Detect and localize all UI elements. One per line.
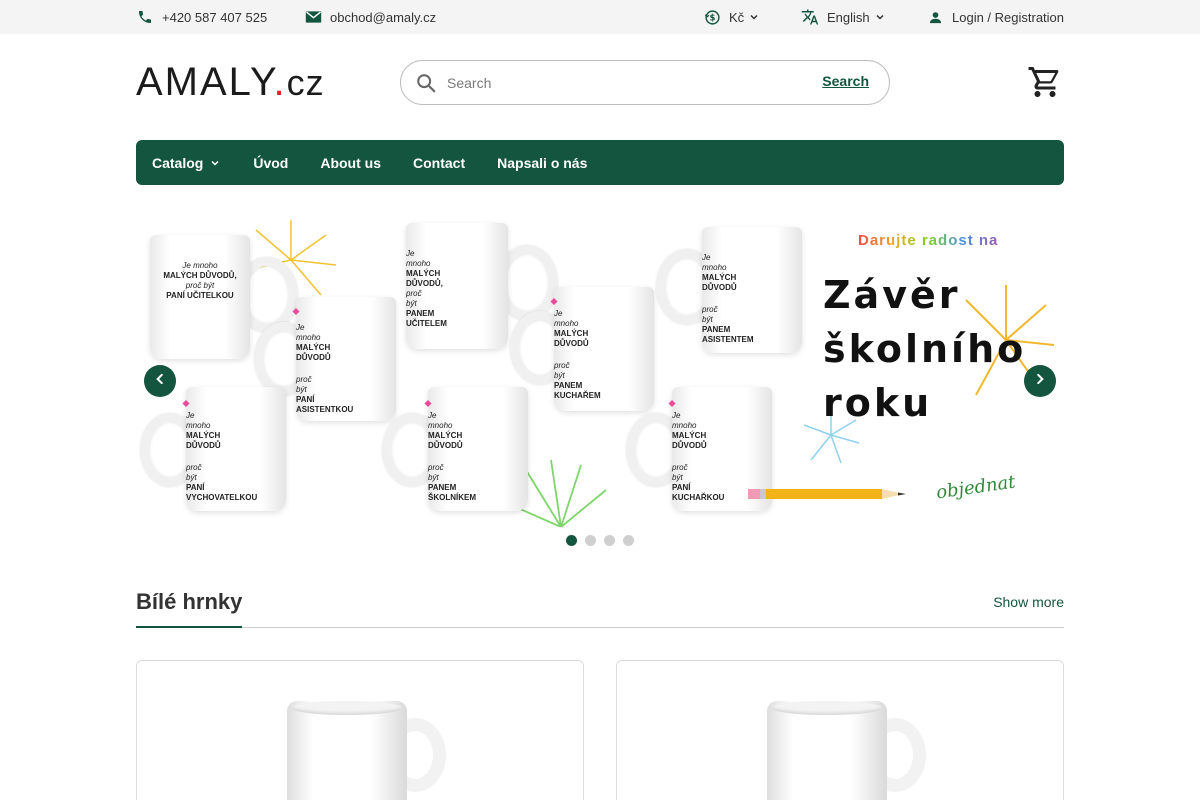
nav-item-label: Napsali o nás <box>497 154 588 171</box>
phone-contact[interactable]: +420 587 407 525 <box>136 0 267 34</box>
user-icon <box>926 8 944 26</box>
language-label: English <box>827 9 870 25</box>
currency-exchange-icon: $ <box>703 8 721 26</box>
email-address: obchod@amaly.cz <box>330 9 437 25</box>
product-card[interactable] <box>616 660 1064 800</box>
mug-text: MALÝCH DŮVODŮ <box>428 431 463 450</box>
section-title: Bílé hrnky <box>136 589 243 614</box>
mug-text: MALÝCH DŮVODŮ <box>554 329 589 348</box>
carousel-dots <box>566 535 642 546</box>
chevron-right-icon <box>1033 372 1047 391</box>
carousel-dot[interactable] <box>585 535 596 546</box>
product-image <box>767 701 925 800</box>
pencil-illustration <box>748 489 906 499</box>
product-card[interactable] <box>136 660 584 800</box>
phone-number: +420 587 407 525 <box>162 9 268 25</box>
banner-headline: školního <box>823 327 1027 371</box>
mug-text: MALÝCH DŮVODŮ <box>186 431 221 450</box>
carousel-dot[interactable] <box>623 535 634 546</box>
mug-text: PANÍ UČITELKOU <box>166 291 234 300</box>
nav-item-napsali[interactable]: Napsali o nás <box>497 155 587 171</box>
nav-item-about[interactable]: About us <box>320 155 381 171</box>
email-contact[interactable]: obchod@amaly.cz <box>304 0 436 34</box>
banner-headline: Závěr <box>823 273 961 317</box>
product-image <box>287 701 445 800</box>
search-button[interactable]: Search <box>822 73 869 89</box>
carousel-dot[interactable] <box>604 535 615 546</box>
cart-button[interactable] <box>1027 64 1063 100</box>
mug-text: proč být <box>185 281 215 290</box>
phone-icon <box>136 8 154 26</box>
carousel-dot[interactable] <box>566 535 577 546</box>
nav-item-label: Contact <box>413 154 466 171</box>
cart-icon <box>1027 67 1063 104</box>
mail-icon <box>304 8 322 26</box>
top-bar: +420 587 407 525 obchod@amaly.cz $ Kč En… <box>0 0 1200 34</box>
section-title-underline <box>136 626 242 628</box>
banner-headline: roku <box>823 381 933 425</box>
carousel-prev-button[interactable] <box>144 365 176 397</box>
login-label: Login / Registration <box>952 9 1065 25</box>
banner-cta[interactable]: objednat <box>935 472 1017 504</box>
section-divider <box>136 627 1064 628</box>
login-link[interactable]: Login / Registration <box>926 0 1064 34</box>
search-bar: Search <box>400 60 890 105</box>
banner-tagline: Darujte radost na <box>858 232 998 249</box>
nav-item-label: Úvod <box>253 154 289 171</box>
mug-text: Je mnoho <box>182 261 218 270</box>
chevron-left-icon <box>153 372 167 391</box>
search-input[interactable] <box>447 69 807 97</box>
site-logo[interactable]: AMALY.cz <box>136 62 325 103</box>
currency-label: Kč <box>729 9 745 25</box>
carousel-next-button[interactable] <box>1024 365 1056 397</box>
mug-text: MALÝCH DŮVODŮ, <box>163 271 237 280</box>
chevron-down-icon <box>209 157 221 169</box>
nav-item-label: About us <box>320 154 381 171</box>
chevron-down-icon <box>748 11 760 23</box>
banner-tagline-text: Darujte radost na <box>858 232 999 249</box>
nav-item-label: Catalog <box>152 154 204 171</box>
mug-text: MALÝCH DŮVODŮ <box>296 343 331 362</box>
mug-text: MALÝCH DŮVODŮ <box>672 431 707 450</box>
language-selector[interactable]: English <box>801 0 886 34</box>
nav-item-contact[interactable]: Contact <box>413 155 465 171</box>
hero-banner[interactable]: Je mnoho MALÝCH DŮVODŮ, proč být PANÍ UČITE… <box>136 215 1064 527</box>
nav-item-catalog[interactable]: Catalog <box>152 155 221 171</box>
logo-tld: cz <box>286 62 325 103</box>
translate-icon <box>801 8 819 26</box>
mug-text: MALÝCH DŮVODŮ <box>702 273 737 292</box>
logo-main: AMALY <box>136 60 274 104</box>
mug-text: MALÝCH DŮVODŮ, <box>406 269 443 288</box>
show-more-link[interactable]: Show more <box>993 594 1064 610</box>
nav-item-uvod[interactable]: Úvod <box>253 155 288 171</box>
svg-text:$: $ <box>709 13 715 23</box>
main-nav: Catalog Úvod About us Contact Napsali o … <box>136 140 1064 185</box>
currency-selector[interactable]: $ Kč <box>703 0 760 34</box>
logo-dot: . <box>273 60 287 104</box>
search-icon <box>415 72 437 94</box>
chevron-down-icon <box>874 11 886 23</box>
